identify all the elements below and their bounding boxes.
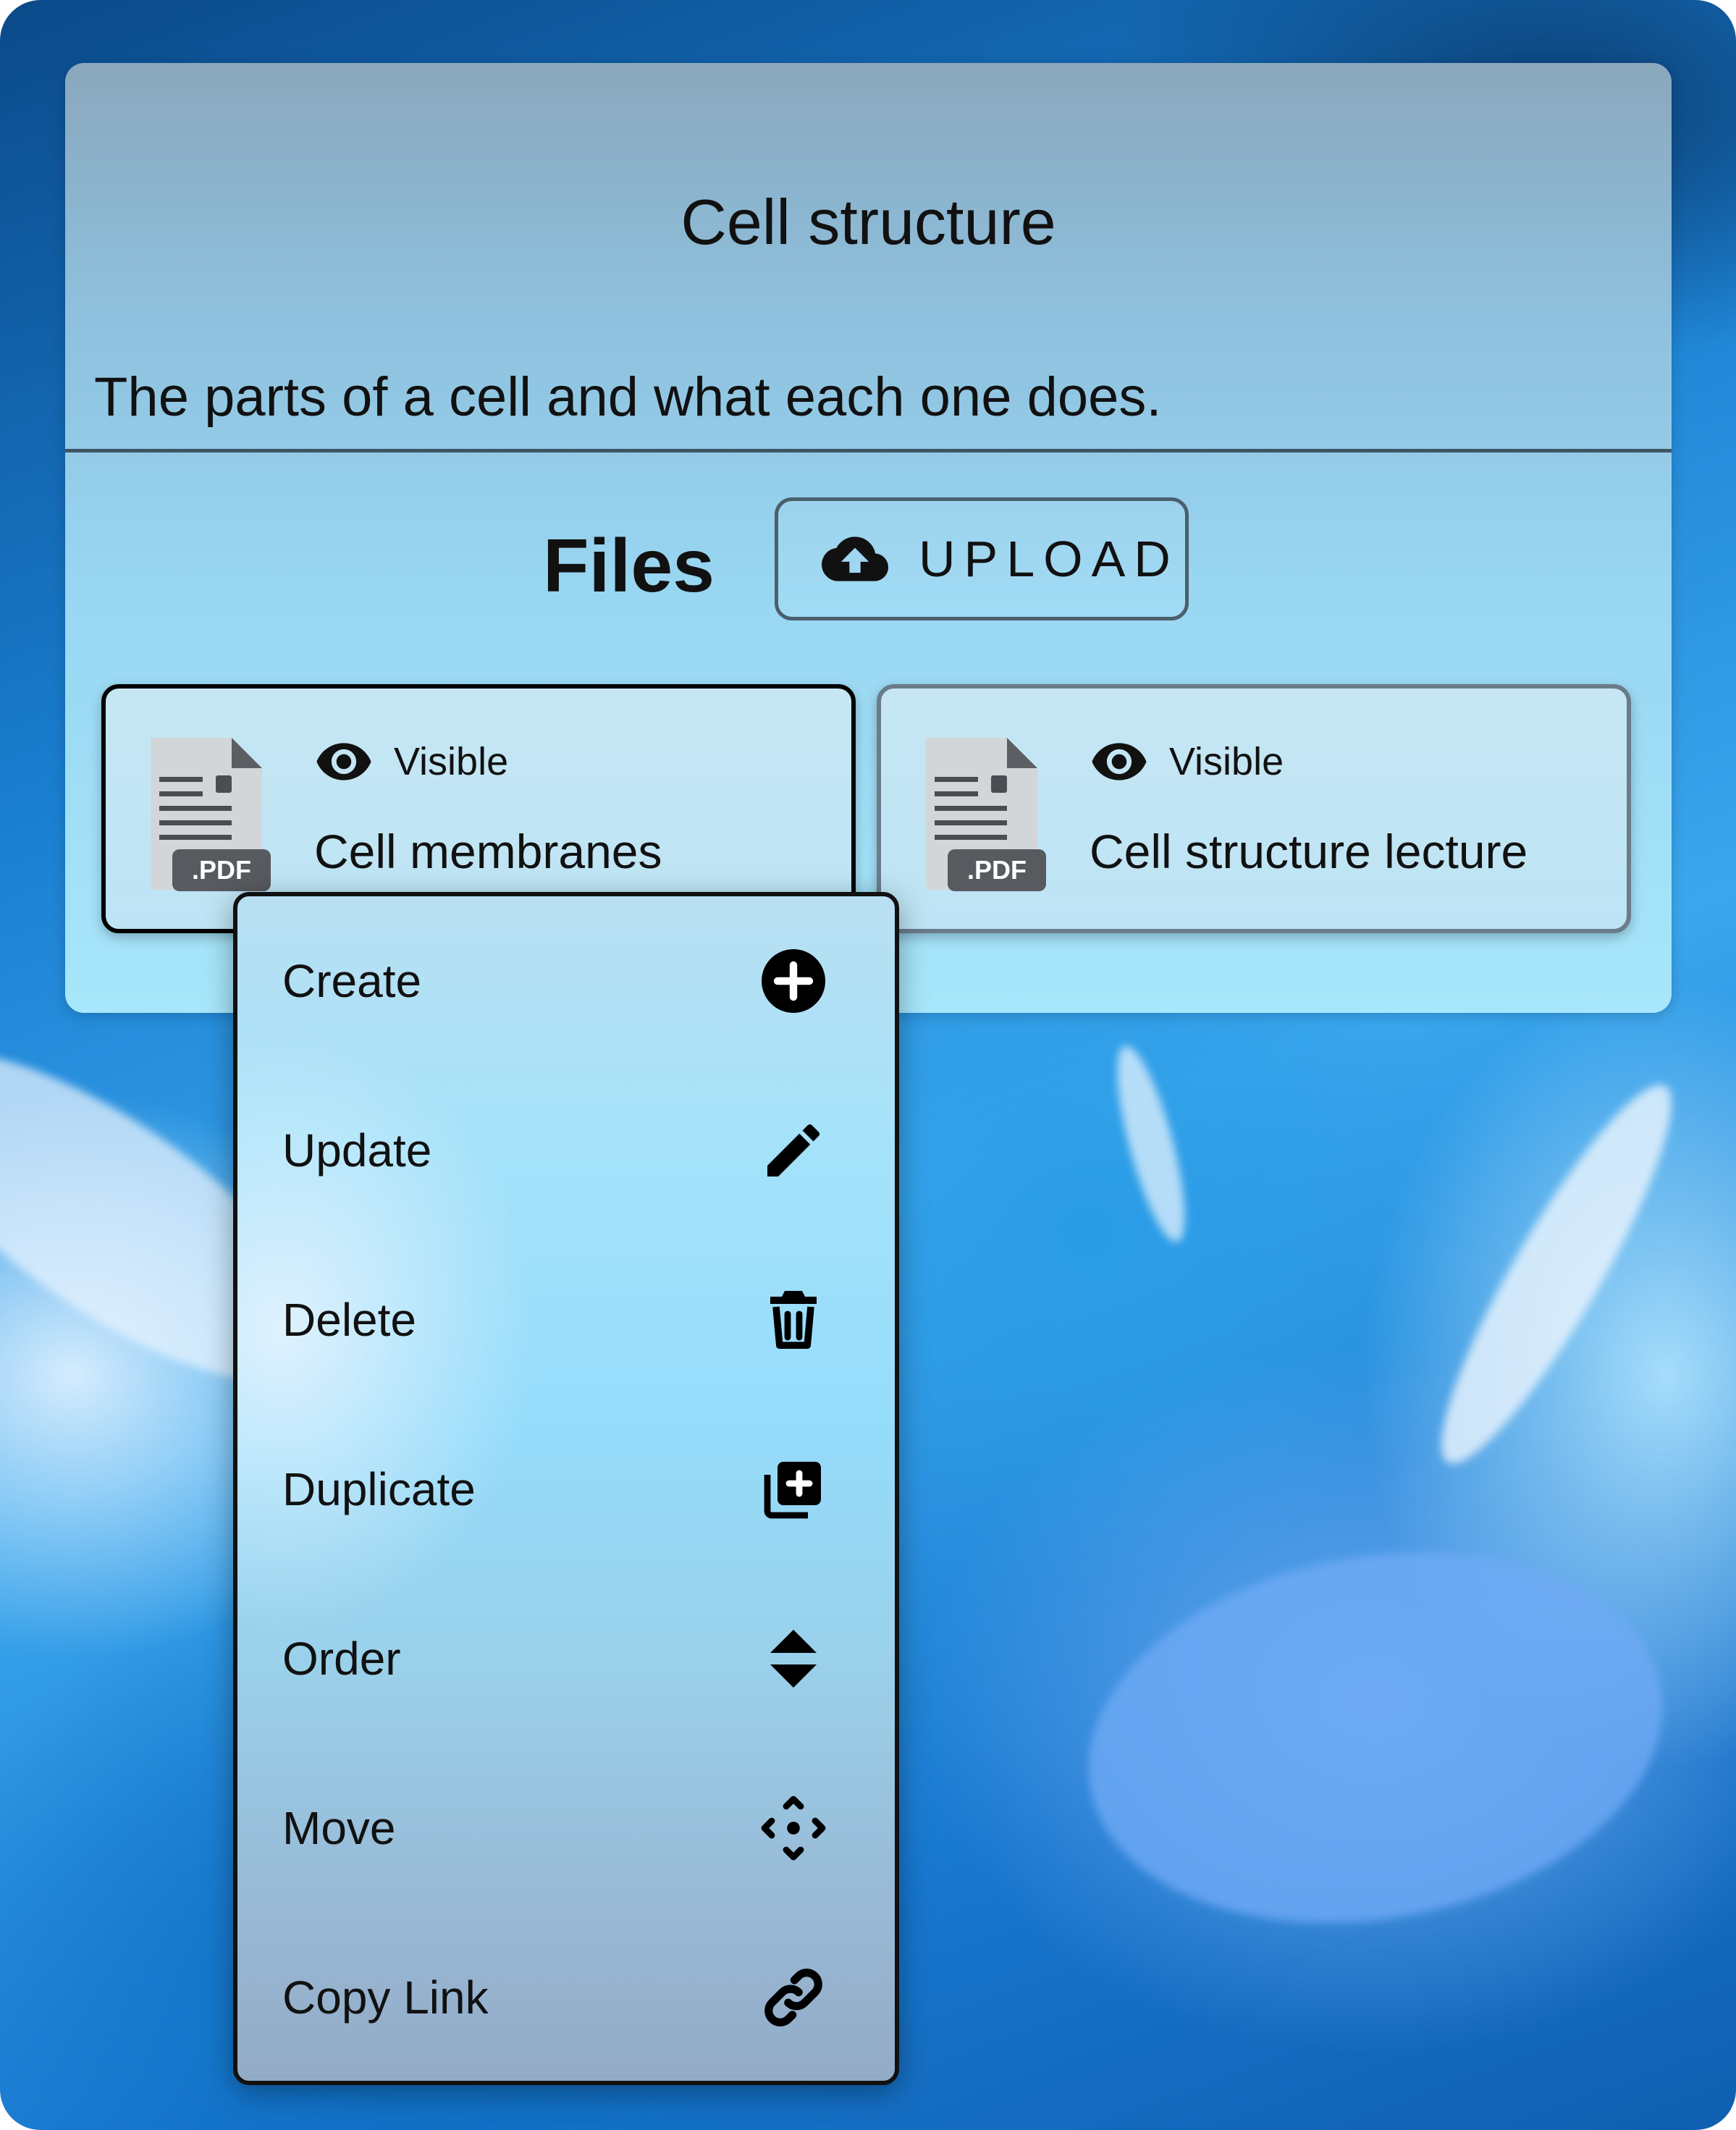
file-type-badge: .PDF xyxy=(192,855,251,885)
course-description: The parts of a cell and what each one do… xyxy=(94,366,1162,428)
menu-item-label: Copy Link xyxy=(282,1971,489,2024)
visibility-indicator[interactable]: Visible xyxy=(1090,732,1284,791)
sort-arrows-icon xyxy=(757,1622,830,1695)
visibility-label: Visible xyxy=(394,740,509,783)
menu-item-delete[interactable]: Delete xyxy=(237,1235,895,1405)
menu-item-update[interactable]: Update xyxy=(237,1066,895,1235)
menu-item-order[interactable]: Order xyxy=(237,1574,895,1743)
link-icon xyxy=(757,1961,830,2034)
section-divider xyxy=(65,449,1672,452)
menu-item-label: Move xyxy=(282,1802,396,1854)
visibility-label: Visible xyxy=(1169,740,1284,783)
cloud-upload-icon xyxy=(822,536,888,581)
background-highlight xyxy=(1103,1040,1199,1247)
background-highlight xyxy=(1410,1064,1703,1484)
file-name: Cell membranes xyxy=(314,825,662,878)
add-circle-icon xyxy=(757,945,830,1017)
move-icon xyxy=(757,1792,830,1864)
menu-item-duplicate[interactable]: Duplicate xyxy=(237,1405,895,1574)
upload-button[interactable]: UPLOAD xyxy=(775,497,1189,620)
menu-item-label: Create xyxy=(282,955,422,1007)
menu-item-label: Delete xyxy=(282,1294,416,1346)
file-type-badge: .PDF xyxy=(967,855,1027,885)
background-highlight xyxy=(1058,1509,1693,1966)
files-heading: Files xyxy=(543,524,715,608)
visibility-indicator[interactable]: Visible xyxy=(314,732,508,791)
file-name: Cell structure lecture xyxy=(1090,825,1528,878)
context-menu: Create Update Delete Duplicate Order Mov… xyxy=(233,892,899,2085)
pencil-icon xyxy=(757,1114,830,1187)
eye-icon xyxy=(316,743,371,780)
eye-icon xyxy=(1092,743,1147,780)
menu-item-create[interactable]: Create xyxy=(237,896,895,1066)
upload-label: UPLOAD xyxy=(919,531,1179,587)
pdf-file-icon: .PDF xyxy=(151,738,271,891)
menu-item-move[interactable]: Move xyxy=(237,1743,895,1913)
duplicate-icon xyxy=(757,1453,830,1525)
menu-item-copy-link[interactable]: Copy Link xyxy=(237,1913,895,2081)
menu-item-label: Order xyxy=(282,1633,401,1685)
pdf-file-icon: .PDF xyxy=(926,738,1046,891)
page-title: Cell structure xyxy=(681,186,1056,258)
menu-item-label: Duplicate xyxy=(282,1463,476,1515)
trash-icon xyxy=(757,1284,830,1356)
menu-item-label: Update xyxy=(282,1124,432,1176)
file-card[interactable]: .PDF Visible Cell structure lecture xyxy=(877,684,1631,933)
